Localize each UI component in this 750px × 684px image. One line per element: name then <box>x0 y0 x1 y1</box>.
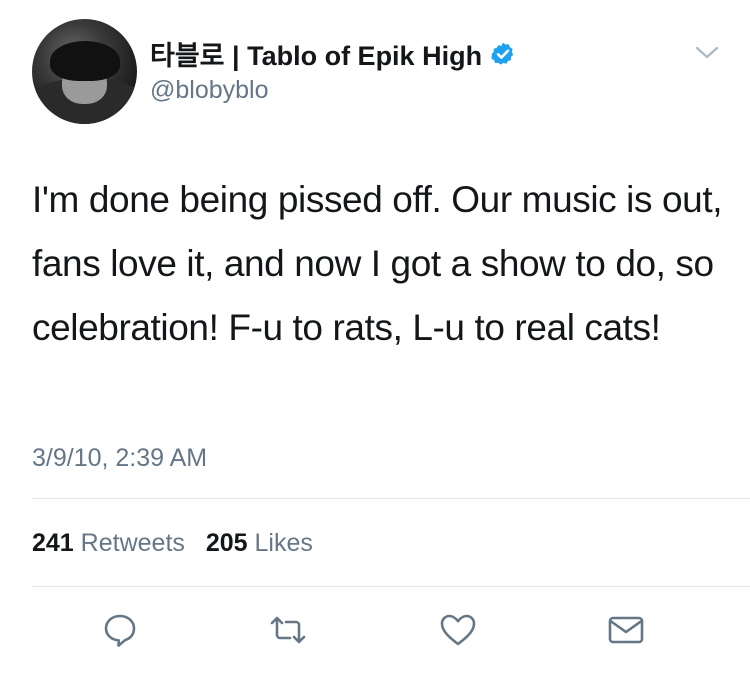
share-via-message-button[interactable] <box>604 608 648 652</box>
user-handle[interactable]: @blobyblo <box>150 76 269 105</box>
like-button[interactable] <box>436 608 480 652</box>
retweet-icon <box>268 610 308 650</box>
likes-label: Likes <box>254 529 313 557</box>
heart-icon <box>438 610 478 650</box>
verified-badge-icon <box>490 41 516 67</box>
divider <box>32 586 750 587</box>
likes-stat[interactable]: 205 Likes <box>206 529 313 557</box>
tweet-text: I'm done being pissed off. Our music is … <box>32 179 723 348</box>
reply-icon <box>100 610 140 650</box>
avatar[interactable] <box>32 19 137 124</box>
avatar-photo-hair <box>50 41 120 81</box>
likes-count: 205 <box>205 529 248 557</box>
retweet-button[interactable] <box>266 608 310 652</box>
display-name-text: 타블로 | Tablo of Epik High <box>150 41 483 71</box>
engagement-stats: 241 Retweets 205 Likes <box>32 529 313 558</box>
chevron-down-icon[interactable] <box>694 44 720 62</box>
envelope-icon <box>606 610 646 650</box>
retweets-count: 241 <box>32 529 74 557</box>
tweet-timestamp[interactable]: 3/9/10, 2:39 AM <box>32 444 207 473</box>
reply-button[interactable] <box>98 608 142 652</box>
display-name[interactable]: 타블로 | Tablo of Epik High <box>150 34 516 73</box>
retweets-stat[interactable]: 241 Retweets <box>32 529 185 557</box>
divider <box>32 498 750 499</box>
retweets-label: Retweets <box>80 529 185 557</box>
